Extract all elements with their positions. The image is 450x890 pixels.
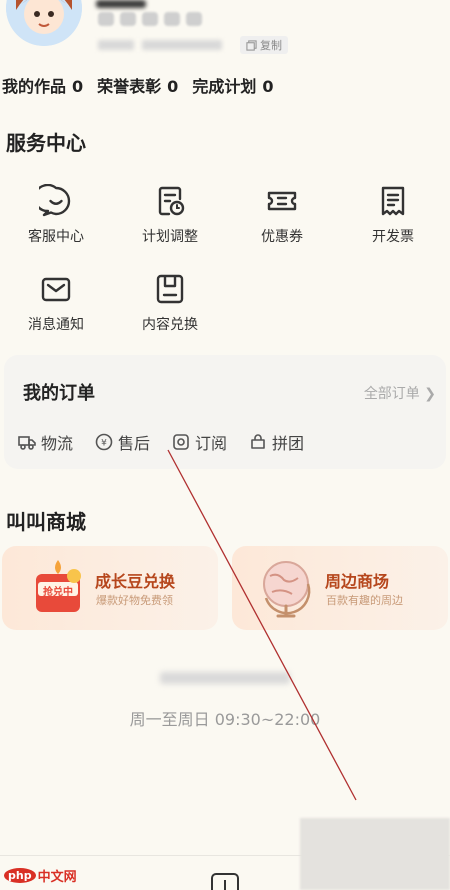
mall-card-growth-beans[interactable]: 抢兑中 成长豆兑换 爆款好物免费领 — [2, 546, 218, 630]
chat-bubble-icon — [39, 184, 71, 217]
service-customer-support[interactable]: 客服中心 — [16, 184, 96, 246]
order-tab-label: 售后 — [118, 434, 151, 453]
user-id — [98, 40, 222, 50]
stat-plans[interactable]: 完成计划 0 — [192, 73, 273, 97]
profile-stats: 我的作品 0 荣誉表彰 0 完成计划 0 — [2, 73, 287, 97]
avatar[interactable] — [6, 0, 82, 46]
all-orders-label: 全部订单 — [363, 386, 420, 402]
stat-label: 我的作品 — [2, 77, 67, 96]
mall-card-subtitle: 爆款好物免费领 — [96, 594, 173, 607]
mall-title: 叫叫商城 — [6, 510, 86, 534]
order-tab-logistics[interactable]: 物流 — [18, 430, 73, 454]
service-label: 内容兑换 — [142, 317, 198, 333]
watermark: php 中文网 — [4, 866, 77, 885]
stat-label: 完成计划 — [192, 77, 257, 96]
stat-works[interactable]: 我的作品 0 — [2, 73, 83, 97]
service-label: 开发票 — [372, 229, 414, 245]
mall-card-subtitle: 百款有趣的周边 — [326, 594, 403, 607]
mall-badge: 抢兑中 — [43, 587, 73, 598]
username — [96, 0, 146, 8]
invoice-icon — [381, 186, 405, 216]
truck-icon — [18, 436, 36, 450]
service-plan-adjust[interactable]: 计划调整 — [130, 184, 210, 246]
order-tab-label: 物流 — [41, 434, 74, 453]
redeem-icon — [156, 274, 184, 304]
coupon-icon — [267, 191, 297, 211]
stat-value: 0 — [262, 77, 274, 96]
service-invoice[interactable]: 开发票 — [353, 184, 433, 246]
service-hours: 周一至周日 09:30~22:00 — [129, 710, 321, 729]
watermark-site: 中文网 — [37, 870, 77, 885]
orders-card: 我的订单 全部订单 ❯ 物流 ¥ 售后 订阅 拼团 — [4, 355, 446, 469]
mall-card-title: 成长豆兑换 — [95, 572, 176, 591]
stat-value: 0 — [167, 77, 179, 96]
stat-label: 荣誉表彰 — [97, 77, 162, 96]
nav-tab-icon[interactable] — [210, 872, 240, 890]
service-notifications[interactable]: 消息通知 — [16, 272, 96, 334]
group-buy-icon — [251, 434, 265, 449]
aftersale-icon: ¥ — [95, 433, 113, 451]
order-tab-group-buy[interactable]: 拼团 — [249, 430, 304, 454]
orders-title: 我的订单 — [23, 383, 95, 404]
service-label: 优惠券 — [261, 229, 303, 245]
envelope-icon — [41, 277, 71, 302]
chevron-right-icon: ❯ — [424, 386, 436, 402]
stat-honors[interactable]: 荣誉表彰 0 — [97, 73, 178, 97]
order-tab-label: 订阅 — [195, 434, 228, 453]
service-center-title: 服务中心 — [6, 131, 86, 155]
subscribe-icon — [173, 434, 189, 450]
copy-icon — [246, 39, 257, 51]
service-label: 客服中心 — [28, 229, 84, 245]
service-coupons[interactable]: 优惠券 — [242, 184, 322, 246]
plan-edit-icon — [158, 186, 185, 216]
service-label: 计划调整 — [142, 229, 198, 245]
stat-value: 0 — [72, 77, 84, 96]
order-tab-label: 拼团 — [272, 434, 305, 453]
watermark-php: php — [4, 868, 36, 883]
order-tab-subscribe[interactable]: 订阅 — [172, 430, 227, 454]
support-phone — [160, 672, 290, 684]
order-tab-aftersale[interactable]: ¥ 售后 — [95, 430, 150, 454]
service-label: 消息通知 — [28, 317, 84, 333]
mall-card-title: 周边商场 — [325, 572, 390, 591]
all-orders-link[interactable]: 全部订单 ❯ — [364, 383, 436, 403]
user-badges — [98, 12, 202, 26]
service-content-redeem[interactable]: 内容兑换 — [130, 272, 210, 334]
mall-card-merch[interactable]: 周边商场 百款有趣的周边 — [232, 546, 448, 630]
globe-icon — [263, 561, 311, 618]
copy-label: 复制 — [260, 39, 282, 52]
order-tabs: 物流 ¥ 售后 订阅 拼团 — [18, 430, 304, 454]
svg-text:¥: ¥ — [101, 439, 107, 449]
copy-button[interactable]: 复制 — [240, 36, 288, 54]
blurred-region — [300, 818, 450, 890]
